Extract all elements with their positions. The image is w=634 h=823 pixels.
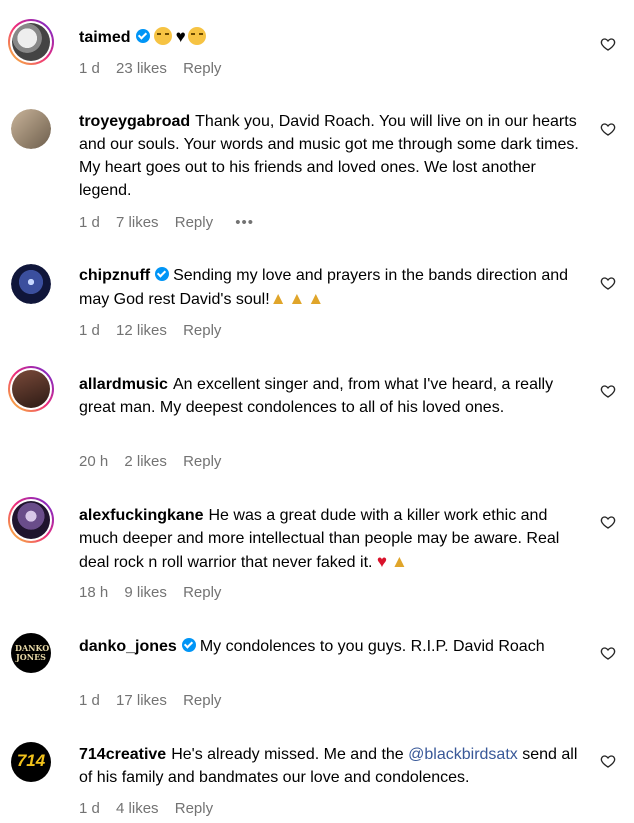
comment-time: 1 d (79, 692, 100, 709)
comment-meta: 18 h 9 likes Reply (79, 584, 233, 601)
reply-button[interactable]: Reply (183, 453, 221, 470)
praying-hands-emoji-icon: ▲ (269, 289, 287, 308)
heart-outline-icon[interactable] (600, 514, 616, 530)
avatar[interactable] (8, 366, 54, 412)
sad-face-emoji-icon (153, 27, 172, 45)
like-count[interactable]: 23 likes (116, 60, 167, 77)
comment-time: 1 d (79, 800, 100, 817)
comment-meta: 1 d 12 likes Reply (79, 322, 233, 339)
praying-hands-emoji-icon: ▲ (307, 289, 325, 308)
username[interactable]: chipznuff (79, 267, 150, 284)
like-count[interactable]: 17 likes (116, 692, 167, 709)
username[interactable]: alexfuckingkane (79, 507, 204, 524)
reply-button[interactable]: Reply (183, 584, 221, 601)
comment-text: He's already missed. Me and the (171, 746, 404, 763)
heart-outline-icon[interactable] (600, 36, 616, 52)
like-count[interactable]: 4 likes (116, 800, 159, 817)
black-heart-emoji-icon: ♥ (175, 27, 186, 46)
avatar[interactable] (8, 19, 54, 65)
avatar-logo: 714 (16, 751, 46, 770)
username[interactable]: allardmusic (79, 376, 168, 393)
username[interactable]: danko_jones (79, 638, 177, 655)
verified-badge-icon (181, 638, 196, 652)
heart-outline-icon[interactable] (600, 645, 616, 661)
comment-time: 1 d (79, 60, 100, 77)
red-heart-emoji-icon: ♥ (376, 552, 388, 571)
comment-meta: 1 d 17 likes Reply (79, 692, 233, 709)
comment-meta: 1 d 4 likes Reply (79, 800, 225, 817)
username[interactable]: troyeygabroad (79, 113, 190, 130)
verified-badge-icon (155, 267, 170, 281)
reply-button[interactable]: Reply (175, 800, 213, 817)
avatar[interactable]: DANKO JONES (11, 633, 51, 673)
praying-hands-emoji-icon: ▲ (391, 552, 408, 571)
reply-button[interactable]: Reply (175, 214, 213, 231)
comment-time: 18 h (79, 584, 109, 601)
comment-meta: 1 d 7 likes Reply ••• (79, 214, 266, 231)
avatar[interactable] (11, 264, 51, 304)
heart-outline-icon[interactable] (600, 753, 616, 769)
avatar-logo: DANKO JONES (15, 643, 50, 662)
avatar[interactable] (11, 109, 51, 149)
comment-text: My condolences to you guys. R.I.P. David… (199, 638, 545, 655)
avatar[interactable] (8, 497, 54, 543)
mention-link[interactable]: @blackbirdsatx (408, 746, 518, 763)
reply-button[interactable]: Reply (183, 322, 221, 339)
comment-time: 1 d (79, 322, 100, 339)
like-count[interactable]: 9 likes (124, 584, 167, 601)
username[interactable]: taimed (79, 29, 131, 46)
more-options-button[interactable]: ••• (235, 214, 254, 231)
comment-meta: 1 d 23 likes Reply (79, 60, 233, 77)
username[interactable]: 714creative (79, 746, 166, 763)
praying-hands-emoji-icon: ▲ (288, 289, 306, 308)
comment-time: 20 h (79, 453, 109, 470)
reply-button[interactable]: Reply (183, 60, 221, 77)
comment-time: 1 d (79, 214, 100, 231)
avatar[interactable]: 714 (11, 742, 51, 782)
like-count[interactable]: 7 likes (116, 214, 159, 231)
like-count[interactable]: 2 likes (124, 453, 167, 470)
sad-face-emoji-icon (187, 27, 206, 45)
reply-button[interactable]: Reply (183, 692, 221, 709)
heart-outline-icon[interactable] (600, 275, 616, 291)
heart-outline-icon[interactable] (600, 383, 616, 399)
like-count[interactable]: 12 likes (116, 322, 167, 339)
comment-meta: 20 h 2 likes Reply (79, 453, 233, 470)
heart-outline-icon[interactable] (600, 121, 616, 137)
verified-badge-icon (135, 29, 150, 43)
